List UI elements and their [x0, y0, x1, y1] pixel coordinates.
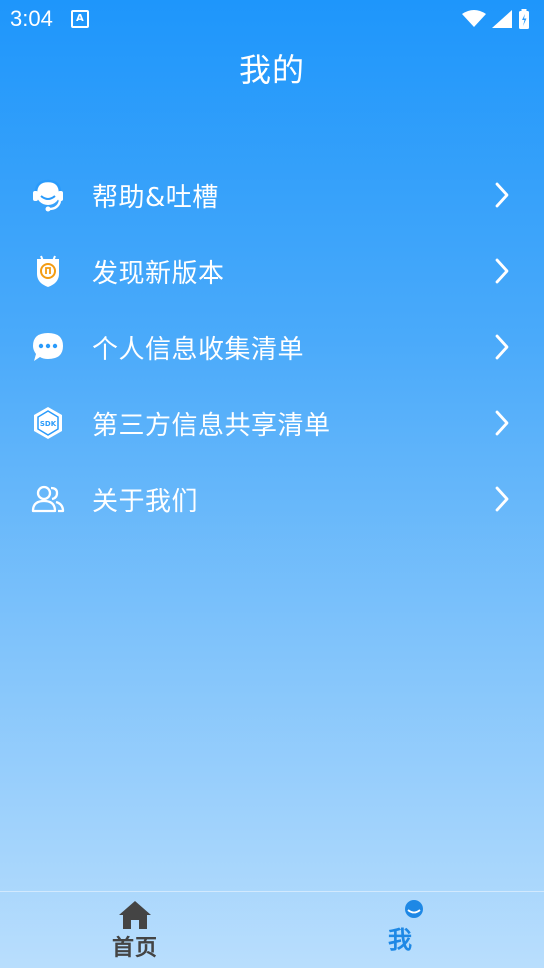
menu-item-label: 第三方信息共享清单 [92, 410, 331, 441]
chevron-right-icon [495, 334, 509, 360]
menu-item-label: 帮助&吐槽 [92, 182, 219, 213]
chevron-right-icon [495, 486, 509, 512]
menu-item-label: 个人信息收集清单 [92, 334, 305, 365]
chevron-right-icon [495, 182, 509, 208]
settings-menu: 帮助&吐槽 发现新版本 个人信息收集清单 SDK 第三方信息共享清单 关于我们 [0, 157, 544, 537]
tab-me-label: 我 [388, 926, 412, 954]
menu-item-check-update[interactable]: 发现新版本 [0, 233, 544, 309]
menu-item-label: 发现新版本 [92, 258, 225, 289]
battery-icon [519, 9, 529, 29]
menu-item-help-feedback[interactable]: 帮助&吐槽 [0, 157, 544, 233]
tab-home-label: 首页 [112, 936, 159, 961]
update-shield-icon [29, 252, 67, 290]
chevron-right-icon [495, 410, 509, 436]
tab-me[interactable]: 我 [272, 892, 544, 968]
page-title: 我的 [238, 51, 305, 89]
home-icon [119, 901, 151, 929]
menu-item-label: 关于我们 [92, 486, 199, 517]
menu-item-third-party-sharing-list[interactable]: SDK 第三方信息共享清单 [0, 385, 544, 461]
status-time: 3:04 [10, 6, 53, 31]
headset-icon [29, 176, 67, 214]
status-bar: 3:04 A [0, 0, 544, 38]
wifi-icon [462, 10, 486, 27]
chat-bubble-icon [29, 328, 67, 366]
users-icon [29, 480, 67, 518]
tab-home[interactable]: 首页 [0, 892, 272, 968]
bottom-tab-bar: 首页 我 [0, 891, 544, 968]
signal-icon [492, 10, 512, 28]
svg-text:SDK: SDK [40, 420, 57, 428]
sdk-icon: SDK [29, 404, 67, 442]
menu-item-about-us[interactable]: 关于我们 [0, 461, 544, 537]
status-right [462, 9, 530, 29]
notification-icon: A [70, 10, 89, 28]
status-left: 3:04 A [10, 6, 89, 32]
me-tab-icon: 我 [388, 900, 423, 954]
chevron-right-icon [495, 258, 509, 284]
menu-item-personal-info-list[interactable]: 个人信息收集清单 [0, 309, 544, 385]
